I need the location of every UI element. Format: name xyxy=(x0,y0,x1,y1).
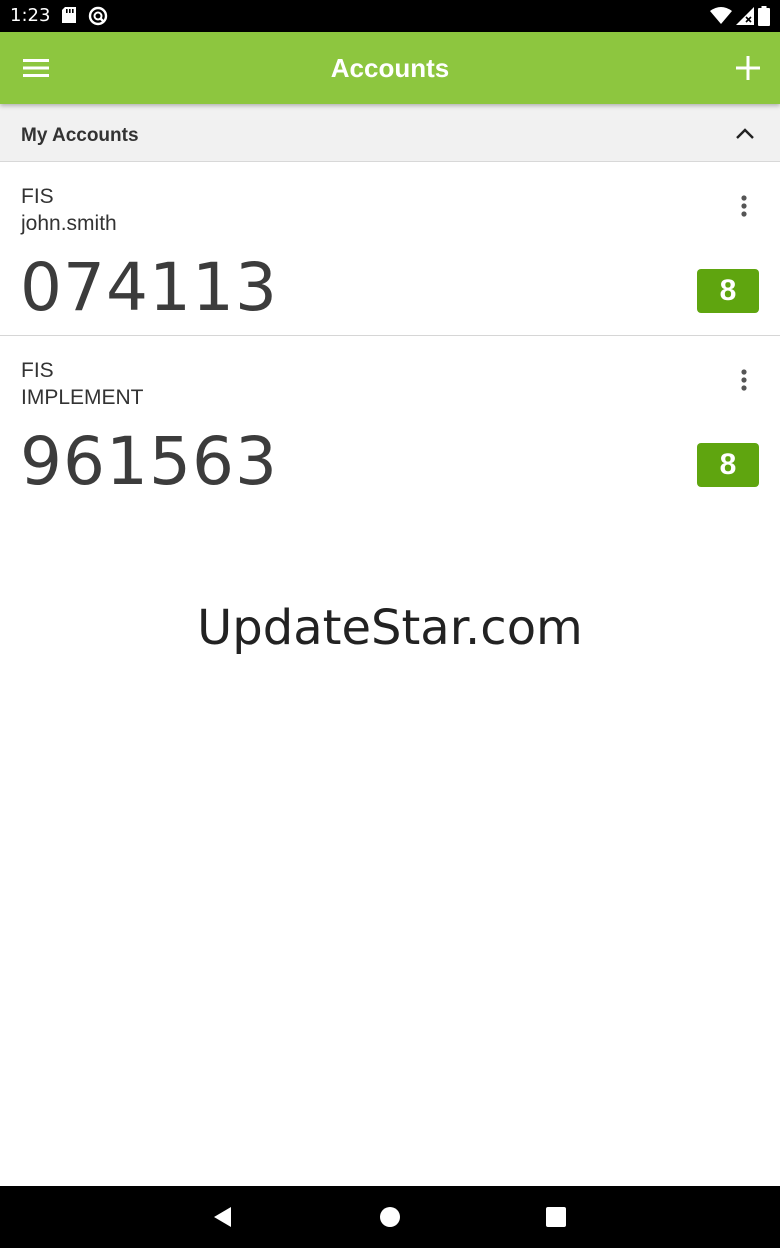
more-vertical-icon xyxy=(741,369,747,391)
account-more-button[interactable] xyxy=(734,366,754,394)
sd-card-icon xyxy=(62,7,76,23)
status-bar: 1:23 xyxy=(0,0,780,32)
account-issuer: FIS xyxy=(21,359,54,382)
recents-square-icon xyxy=(546,1207,566,1227)
status-right xyxy=(710,6,770,26)
timer-badge: 8 xyxy=(697,443,759,487)
home-button[interactable] xyxy=(375,1202,405,1232)
account-card[interactable]: FIS john.smith 074113 8 xyxy=(0,162,780,336)
data-saver-icon xyxy=(88,6,108,26)
app-bar: Accounts xyxy=(0,32,780,104)
battery-icon xyxy=(758,6,770,26)
more-vertical-icon xyxy=(741,195,747,217)
navigation-bar xyxy=(0,1186,780,1248)
chevron-up-icon[interactable] xyxy=(734,126,756,142)
home-circle-icon xyxy=(380,1207,400,1227)
signal-icon xyxy=(736,7,754,25)
back-triangle-icon xyxy=(214,1207,231,1227)
screen: 1:23 Accounts My Accounts FIS john.smith… xyxy=(0,0,780,1248)
add-account-button[interactable] xyxy=(730,50,766,86)
plus-icon xyxy=(736,56,760,80)
account-card[interactable]: FIS IMPLEMENT 961563 8 xyxy=(0,336,780,510)
account-username: IMPLEMENT xyxy=(21,386,144,409)
page-title: Accounts xyxy=(330,53,450,83)
account-issuer: FIS xyxy=(21,185,54,208)
my-accounts-header[interactable]: My Accounts xyxy=(0,104,780,162)
account-code: 961563 xyxy=(20,423,278,500)
account-username: john.smith xyxy=(21,212,117,235)
account-code: 074113 xyxy=(20,249,278,326)
section-title: My Accounts xyxy=(21,125,139,146)
account-more-button[interactable] xyxy=(734,192,754,220)
recents-button[interactable] xyxy=(541,1202,571,1232)
back-button[interactable] xyxy=(207,1202,237,1232)
watermark-text: UpdateStar.com xyxy=(197,600,583,656)
timer-badge: 8 xyxy=(697,269,759,313)
wifi-icon xyxy=(710,7,732,24)
status-time: 1:23 xyxy=(10,5,51,26)
